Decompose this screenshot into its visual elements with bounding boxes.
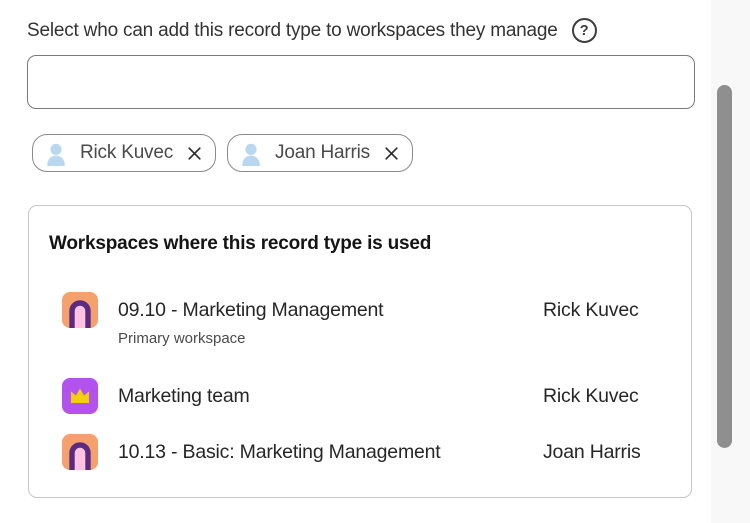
person-chip-label: Joan Harris	[275, 142, 370, 164]
workspaces-card-title: Workspaces where this record type is use…	[49, 233, 431, 255]
workspace-owner: Joan Harris	[543, 434, 641, 470]
workspace-row: 10.13 - Basic: Marketing Management Joan…	[62, 434, 674, 470]
workspace-owner: Rick Kuvec	[543, 378, 639, 414]
scrollbar-track[interactable]	[711, 0, 750, 523]
people-search-input[interactable]	[27, 55, 695, 109]
rainbow-workspace-icon	[62, 292, 98, 328]
person-chip: Rick Kuvec	[32, 134, 216, 172]
workspace-subtitle: Primary workspace	[118, 329, 383, 348]
field-label-row: Select who can add this record type to w…	[27, 18, 597, 43]
scrollbar-thumb[interactable]	[717, 85, 732, 448]
field-label: Select who can add this record type to w…	[27, 20, 558, 42]
selected-people-chips: Rick Kuvec Joan Harris	[32, 134, 413, 172]
crown-workspace-icon	[62, 378, 98, 414]
rainbow-workspace-icon	[62, 434, 98, 470]
workspace-owner: Rick Kuvec	[543, 292, 639, 328]
workspaces-card: Workspaces where this record type is use…	[28, 205, 692, 498]
person-chip: Joan Harris	[227, 134, 413, 172]
help-icon[interactable]: ?	[572, 18, 597, 43]
remove-person-icon[interactable]	[384, 146, 399, 161]
person-avatar-icon	[238, 140, 264, 166]
person-chip-label: Rick Kuvec	[80, 142, 173, 164]
workspace-title: Marketing team	[118, 378, 250, 414]
remove-person-icon[interactable]	[187, 146, 202, 161]
workspace-row: 09.10 - Marketing Management Primary wor…	[62, 292, 674, 348]
person-avatar-icon	[43, 140, 69, 166]
workspace-title: 10.13 - Basic: Marketing Management	[118, 434, 441, 470]
workspace-row: Marketing team Rick Kuvec	[62, 378, 674, 414]
workspace-title: 09.10 - Marketing Management	[118, 292, 383, 328]
